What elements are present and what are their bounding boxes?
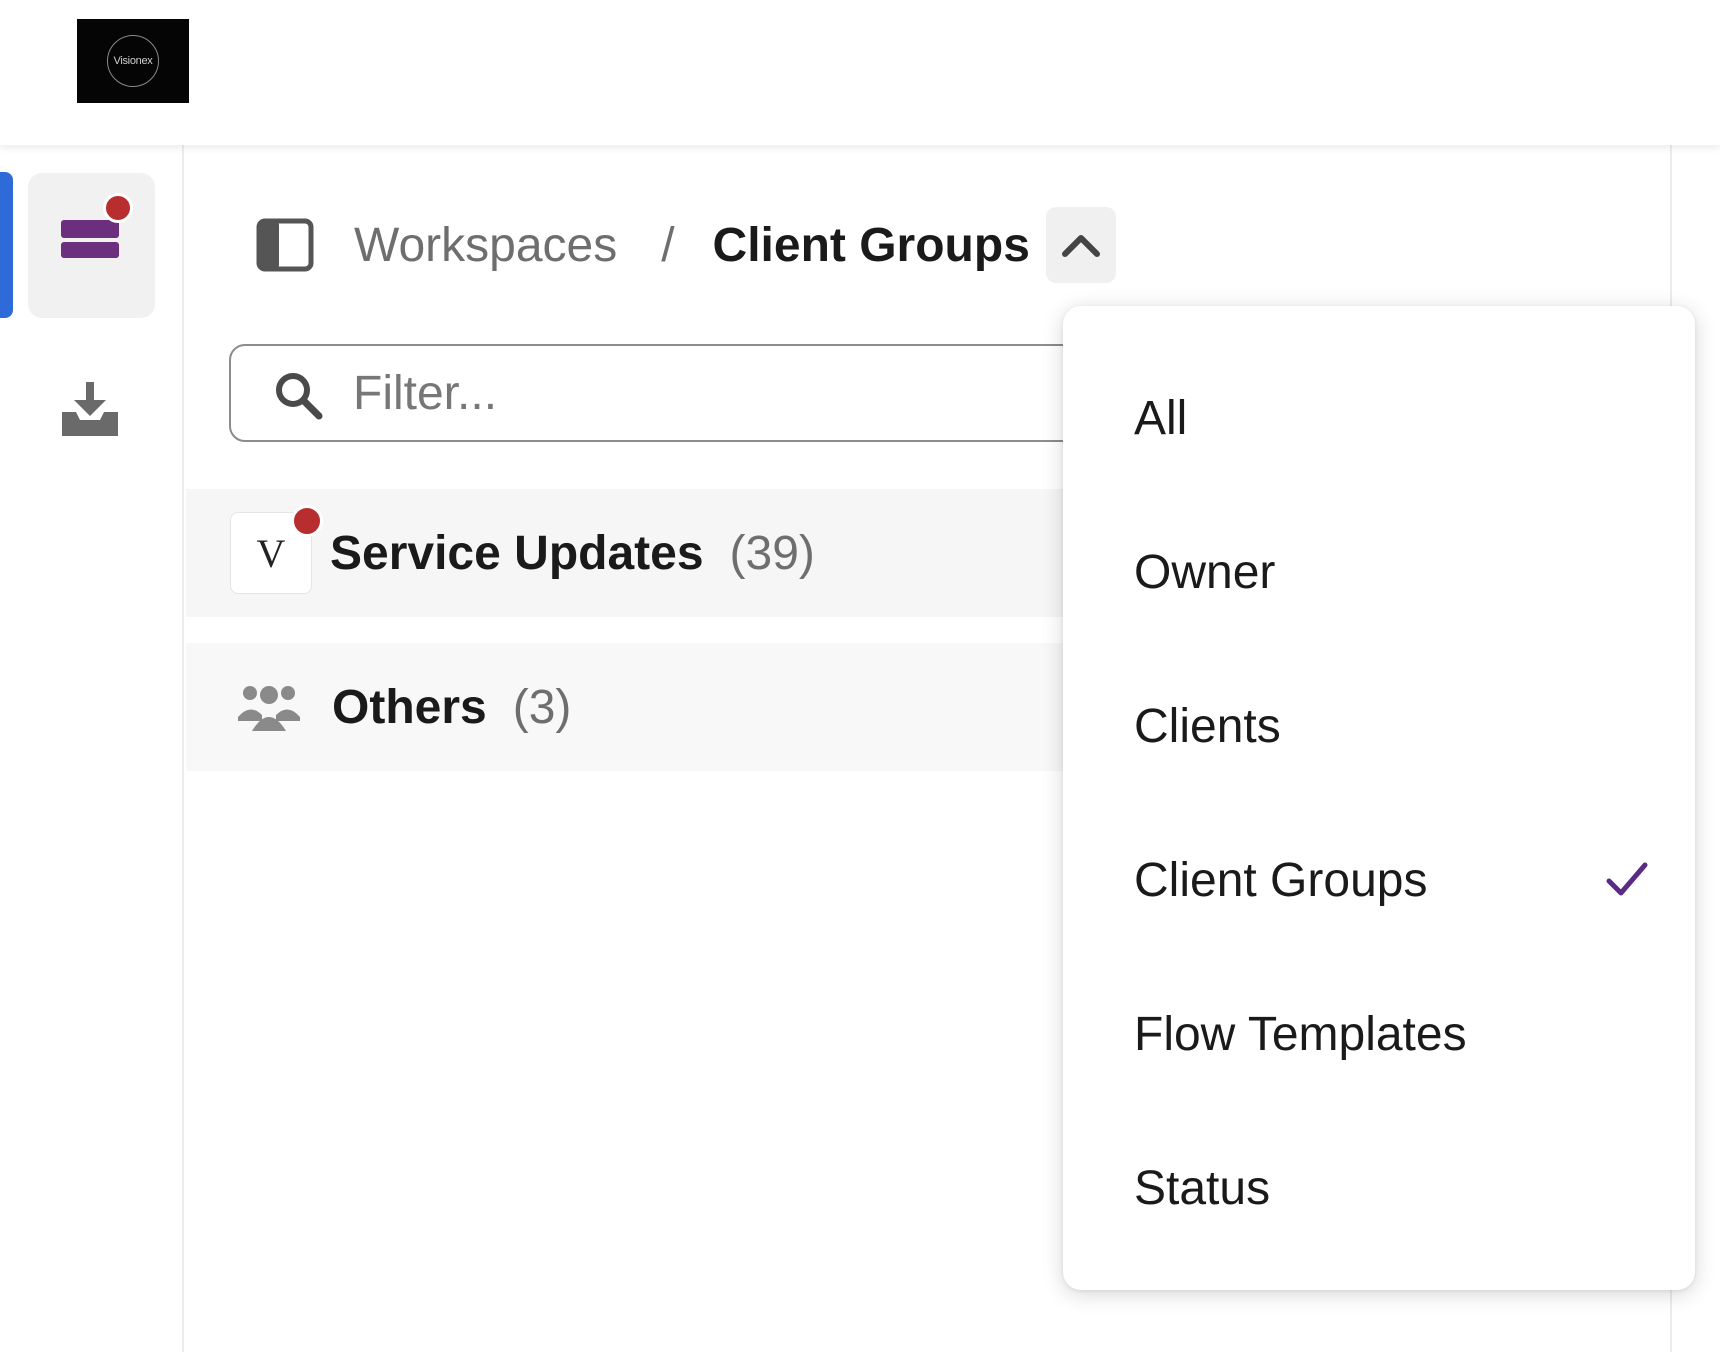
menu-item-label: All <box>1134 391 1188 445</box>
logo-text: Visionex <box>113 55 153 67</box>
active-indicator <box>0 172 13 318</box>
group-by-toggle-button[interactable] <box>1045 207 1116 283</box>
menu-item-status[interactable]: Status <box>1063 1111 1695 1265</box>
workspace-avatar: V <box>230 505 323 594</box>
checkmark-icon <box>1606 862 1648 896</box>
sidebar-panel-icon[interactable] <box>256 218 314 272</box>
notification-dot <box>103 193 133 223</box>
menu-item-owner[interactable]: Owner <box>1063 495 1695 649</box>
top-bar: Visionex <box>0 0 1720 145</box>
menu-item-label: Client Groups <box>1134 853 1428 907</box>
list-item-label: Service Updates <box>330 526 704 580</box>
workspace-avatar-letter: V <box>256 530 286 576</box>
rail-inbox-button[interactable] <box>28 173 155 318</box>
menu-item-label: Status <box>1134 1161 1271 1215</box>
menu-item-label: Owner <box>1134 545 1276 599</box>
chevron-up-icon <box>1061 235 1100 257</box>
inbox-icon <box>61 216 119 262</box>
breadcrumb-current: Client Groups <box>712 218 1030 272</box>
download-icon[interactable] <box>60 382 120 438</box>
inbox-icon-bar-top <box>61 220 119 238</box>
breadcrumb-separator: / <box>661 218 675 272</box>
menu-item-clients[interactable]: Clients <box>1063 649 1695 803</box>
app-logo[interactable]: Visionex <box>77 19 189 103</box>
list-item-count: (3) <box>512 680 572 734</box>
inbox-icon-bar-bottom <box>61 242 119 258</box>
menu-item-client-groups[interactable]: Client Groups <box>1063 803 1695 957</box>
search-icon <box>276 373 323 420</box>
menu-item-all[interactable]: All <box>1063 341 1695 495</box>
filter-input[interactable] <box>353 360 1173 426</box>
menu-item-label: Flow Templates <box>1134 1007 1467 1061</box>
list-item-count: (39) <box>729 526 815 580</box>
breadcrumb: Workspaces / Client Groups <box>256 205 1116 285</box>
notification-dot <box>291 505 323 537</box>
left-rail <box>0 145 184 1352</box>
menu-item-label: Clients <box>1134 699 1281 753</box>
group-icon <box>238 686 300 731</box>
group-by-dropdown: All Owner Clients Client Groups Flow Tem… <box>1063 306 1695 1290</box>
breadcrumb-workspaces-link[interactable]: Workspaces <box>354 218 617 273</box>
menu-item-flow-templates[interactable]: Flow Templates <box>1063 957 1695 1111</box>
logo-ring: Visionex <box>107 35 159 87</box>
list-item-label: Others <box>332 680 487 734</box>
